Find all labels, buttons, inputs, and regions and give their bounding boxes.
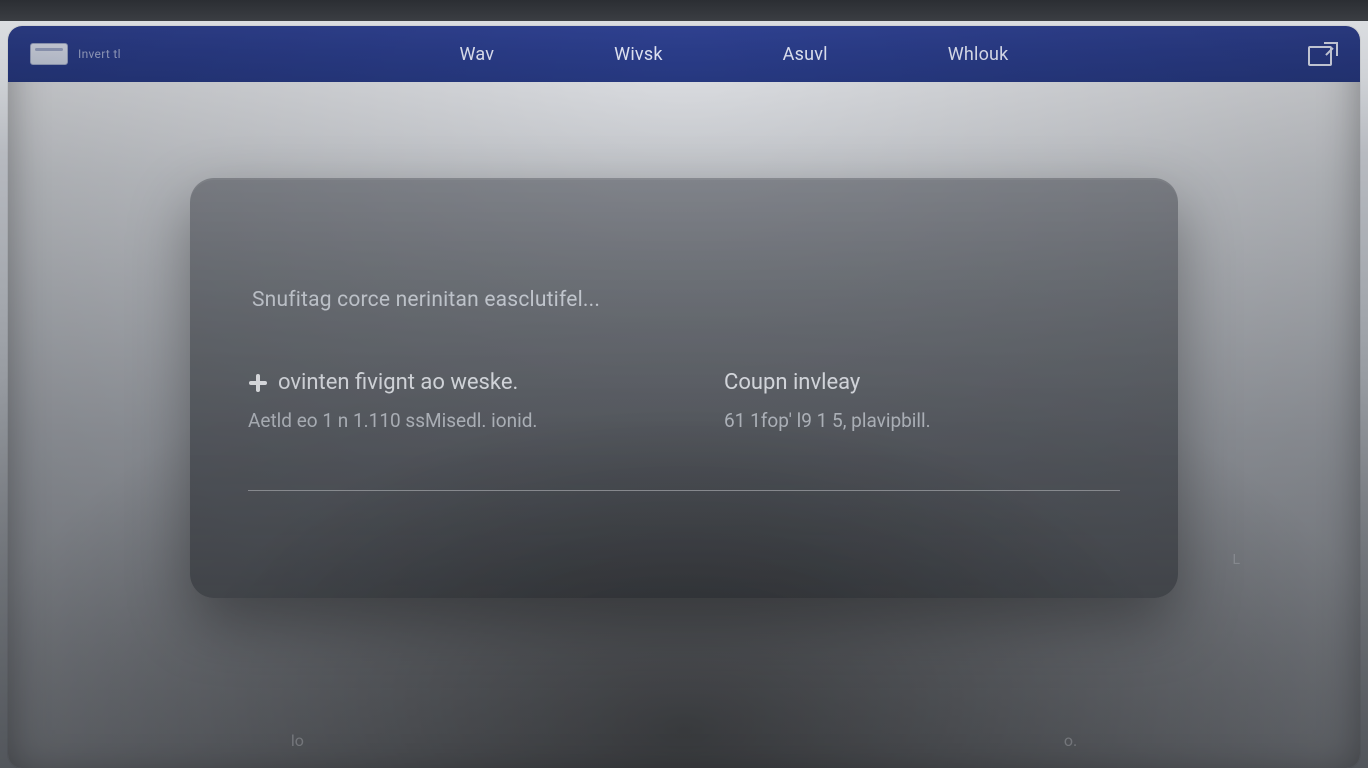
nav-item-1[interactable]: Wav (460, 44, 495, 65)
device-bezel (0, 0, 1368, 21)
col-right-sub: 61 1fop' l9 1 5, plavipbill. (724, 409, 1120, 432)
nav-item-2[interactable]: Wivsk (614, 44, 662, 65)
header-right (1218, 42, 1338, 66)
status-card: Snufitag corce nerinitan easclutifel... … (190, 178, 1178, 598)
col-left-title: ovinten fivignt ao weske. (278, 370, 518, 395)
open-external-icon[interactable] (1308, 42, 1338, 66)
sparkle-icon (248, 373, 268, 393)
pager-right: o. (1064, 731, 1077, 750)
status-text: Snufitag corce nerinitan easclutifel... (252, 288, 1120, 312)
status-col-left: ovinten fivignt ao weske. Aetld eo 1 n 1… (248, 370, 644, 432)
col-right-title: Coupn invleay (724, 370, 1120, 395)
floating-glyph: L (1232, 552, 1240, 568)
status-columns: ovinten fivignt ao weske. Aetld eo 1 n 1… (248, 370, 1120, 432)
nav-item-3[interactable]: Asuvl (783, 44, 828, 65)
card-divider (248, 490, 1120, 491)
app-header: Invert tl Wav Wivsk Asuvl Whlouk (8, 26, 1360, 82)
brand-label: Invert tl (78, 47, 121, 61)
primary-nav: Wav Wivsk Asuvl Whlouk (250, 44, 1218, 65)
app-window: Invert tl Wav Wivsk Asuvl Whlouk Snufita… (8, 26, 1360, 768)
app-logo-icon (30, 43, 68, 65)
status-col-right: Coupn invleay 61 1fop' l9 1 5, plavipbil… (724, 370, 1120, 432)
nav-item-4[interactable]: Whlouk (948, 44, 1009, 65)
page-indicator: lo o. (291, 731, 1077, 750)
col-left-sub: Aetld eo 1 n 1.110 ssMisedl. ionid. (248, 409, 644, 432)
header-left: Invert tl (30, 43, 250, 65)
col-left-title-row: ovinten fivignt ao weske. (248, 370, 644, 395)
pager-left: lo (291, 731, 304, 750)
